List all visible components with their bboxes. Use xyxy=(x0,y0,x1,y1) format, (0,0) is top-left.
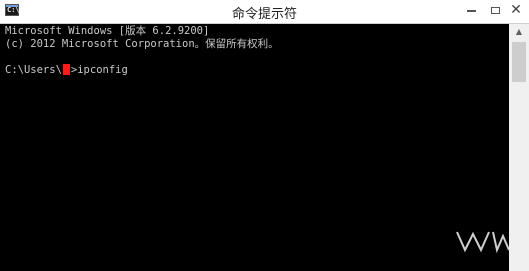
prompt-prefix: C:\Users\ xyxy=(5,64,62,76)
window-title: 命令提示符 xyxy=(231,7,297,22)
watermark-logo xyxy=(456,231,510,254)
scroll-thumb[interactable] xyxy=(512,42,526,82)
scroll-up-icon[interactable]: ▲ xyxy=(509,24,529,40)
title-bar[interactable]: C:\ 命令提示符 ✕ xyxy=(0,0,529,24)
command-prompt-window: C:\ 命令提示符 ✕ Microsoft Windows [版本 6.2.92… xyxy=(0,0,529,271)
copyright-line: (c) 2012 Microsoft Corporation。保留所有权利。 xyxy=(5,38,279,50)
minimize-icon xyxy=(466,10,476,12)
console-output[interactable]: Microsoft Windows [版本 6.2.9200] (c) 2012… xyxy=(3,24,508,271)
close-button[interactable]: ✕ xyxy=(503,1,529,21)
redacted-username xyxy=(62,64,70,75)
prompt-command: >ipconfig xyxy=(70,64,128,76)
version-line: Microsoft Windows [版本 6.2.9200] xyxy=(5,25,210,37)
close-icon: ✕ xyxy=(510,2,522,18)
maximize-icon xyxy=(490,7,500,14)
command-line[interactable]: C:\Users\ >ipconfig xyxy=(5,64,128,77)
minimize-button[interactable] xyxy=(458,1,484,21)
